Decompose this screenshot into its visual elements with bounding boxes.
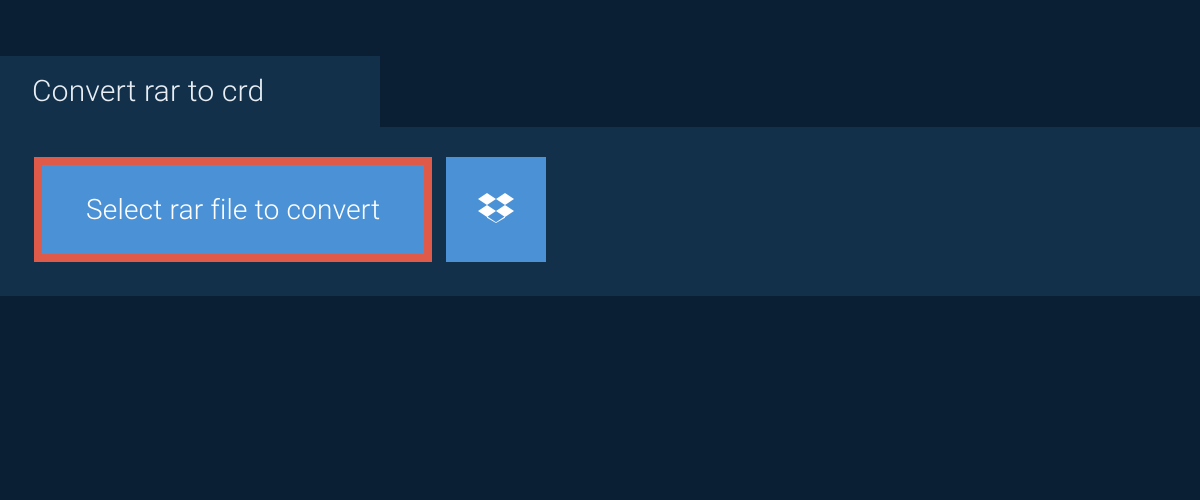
dropbox-button[interactable] — [446, 157, 546, 262]
button-row: Select rar file to convert — [34, 157, 1166, 262]
select-file-button[interactable]: Select rar file to convert — [34, 157, 432, 262]
tab-title: Convert rar to crd — [32, 74, 264, 109]
dropbox-icon — [478, 190, 514, 230]
upload-panel: Select rar file to convert — [0, 127, 1200, 296]
tab-bar: Convert rar to crd — [0, 56, 1200, 127]
select-file-label: Select rar file to convert — [86, 193, 380, 226]
converter-panel: Convert rar to crd Select rar file to co… — [0, 0, 1200, 296]
tab-convert[interactable]: Convert rar to crd — [0, 56, 380, 127]
